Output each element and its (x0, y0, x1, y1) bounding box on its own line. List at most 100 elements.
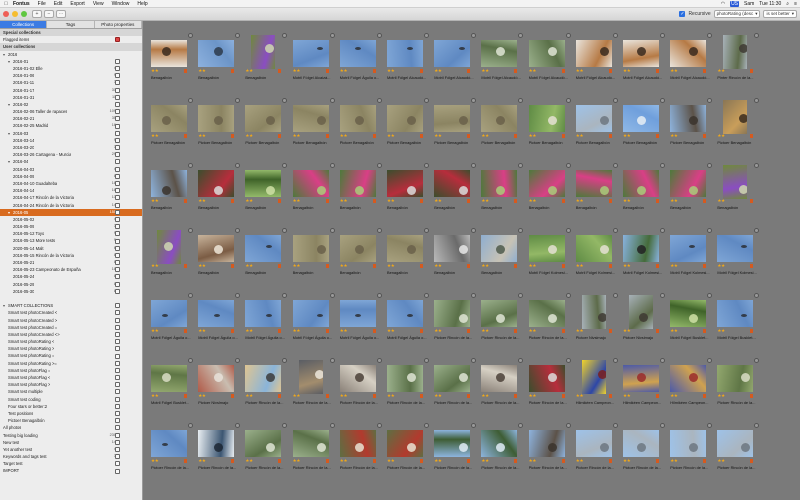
photo-thumbnail[interactable] (298, 360, 323, 394)
flag-icon[interactable] (231, 264, 235, 268)
select-checkbox[interactable] (282, 228, 288, 233)
photo-cell[interactable]: ★★ Motril Fólgel Kolmesi... (668, 228, 713, 290)
select-checkbox[interactable] (424, 98, 429, 103)
select-checkbox[interactable] (282, 423, 288, 428)
sidebar-section-header[interactable]: Special collections (0, 29, 142, 37)
star-rating[interactable]: ★★ (434, 393, 442, 399)
flag-icon[interactable] (656, 264, 659, 268)
sidebar-item[interactable]: 2016-01-069 (0, 72, 142, 79)
flag-icon[interactable] (325, 459, 329, 463)
flag-icon[interactable] (420, 394, 423, 398)
photo-cell[interactable]: ★★ Benagalbón (432, 228, 477, 290)
flag-icon[interactable] (561, 459, 565, 463)
select-checkbox[interactable] (612, 228, 618, 233)
photo-cell[interactable]: ★★ Motril Fólgel Alcaudó... (385, 33, 429, 95)
select-checkbox[interactable] (518, 33, 524, 38)
photo-cell[interactable]: ★★ Motril Fólgel Kolmesi... (527, 228, 571, 290)
flag-icon[interactable] (703, 134, 707, 138)
sort-filter-select[interactable]: is set better ▾ (763, 10, 797, 18)
select-checkbox[interactable] (188, 358, 193, 363)
sidebar-item[interactable]: 2016-01-17 31 (0, 87, 142, 94)
flag-icon[interactable] (231, 394, 235, 398)
select-checkbox[interactable] (235, 423, 241, 428)
star-rating[interactable]: ★★ (434, 263, 442, 269)
photo-cell[interactable]: ★★ Motril Fólgel Alcaudó... (574, 33, 618, 95)
flag-icon[interactable] (561, 264, 565, 268)
sidebar-item[interactable]: ▾ 2016-03 (0, 130, 142, 137)
flag-icon[interactable] (184, 394, 187, 398)
select-checkbox[interactable] (707, 423, 713, 428)
select-checkbox[interactable] (754, 163, 760, 168)
sidebar-item[interactable]: Smart test photoRating = (0, 352, 142, 359)
photo-thumbnail[interactable] (528, 300, 565, 327)
sidebar-item[interactable]: Smart test photoCreated < (0, 309, 142, 316)
flag-icon[interactable] (278, 264, 282, 268)
select-checkbox[interactable] (612, 358, 618, 363)
star-rating[interactable]: ★★ (623, 393, 631, 399)
star-rating[interactable]: ★★ (387, 263, 395, 269)
photo-thumbnail[interactable] (292, 235, 329, 262)
select-checkbox[interactable] (754, 98, 760, 103)
sidebar-item[interactable]: All photos (0, 424, 142, 431)
flag-icon[interactable] (372, 394, 376, 398)
photo-thumbnail[interactable] (387, 105, 423, 132)
photo-thumbnail[interactable] (387, 300, 423, 327)
photo-thumbnail[interactable] (198, 40, 235, 67)
star-rating[interactable]: ★★ (340, 458, 348, 464)
flag-icon[interactable] (372, 329, 376, 333)
flag-icon[interactable] (278, 329, 282, 333)
photo-cell[interactable]: ★★ Pictoer Nivslmajo (574, 293, 618, 355)
flag-icon[interactable] (372, 134, 376, 138)
star-rating[interactable]: ★★ (340, 68, 348, 74)
photo-thumbnail[interactable] (723, 35, 748, 69)
photo-thumbnail[interactable] (292, 430, 329, 457)
select-checkbox[interactable] (282, 98, 288, 103)
photo-cell[interactable]: ★★ Pictoer Rincón de la... (196, 423, 241, 485)
photo-cell[interactable]: ★★ Motril Fólgel Busklet... (715, 293, 760, 355)
star-rating[interactable]: ★★ (434, 68, 442, 74)
photo-thumbnail[interactable] (623, 365, 659, 392)
select-checkbox[interactable] (282, 293, 288, 298)
sidebar-item[interactable]: ▾ 2016-02 (0, 101, 142, 108)
sidebar-item[interactable]: 2016-03-26 Cartagena - Murcia 29 (0, 151, 142, 158)
photo-cell[interactable]: ★★ Motril Fólgel Alcaudó... (621, 33, 665, 95)
select-checkbox[interactable] (518, 293, 524, 298)
sidebar-item[interactable]: 2016-02-06 Taller de rapaces 109 (0, 108, 142, 115)
star-rating[interactable]: ★★ (293, 393, 301, 399)
star-rating[interactable]: ★★ (151, 458, 159, 464)
photo-cell[interactable]: ★★ Benagalbón (149, 228, 193, 290)
select-checkbox[interactable] (612, 423, 618, 428)
star-rating[interactable]: ★★ (387, 198, 395, 204)
star-rating[interactable]: ★★ (340, 328, 348, 334)
photo-thumbnail[interactable] (575, 105, 612, 132)
sidebar-item[interactable]: 2016-01-02 Elle4 (0, 65, 142, 72)
photo-thumbnail[interactable] (245, 430, 282, 457)
star-rating[interactable]: ★★ (717, 133, 725, 139)
photo-thumbnail[interactable] (198, 235, 235, 262)
photo-thumbnail[interactable] (151, 105, 187, 132)
flag-icon[interactable] (608, 69, 612, 73)
photo-cell[interactable]: ★★ Benagalbón (291, 163, 335, 225)
flag-icon[interactable] (325, 329, 329, 333)
photo-cell[interactable]: ★★ Motril Fólgel Alcaizá... (291, 33, 335, 95)
flag-icon[interactable] (325, 134, 329, 138)
select-checkbox[interactable] (565, 358, 571, 363)
photo-cell[interactable]: ★★ Motril Fólgel Alcaudó... (668, 33, 713, 95)
menu-edit[interactable]: Edit (54, 1, 63, 7)
sidebar-item[interactable]: Smart test photoRating > (0, 345, 142, 352)
select-checkbox[interactable] (518, 163, 524, 168)
photo-cell[interactable]: ★★ Motril Fólgel Kolmesi... (715, 228, 760, 290)
photo-cell[interactable]: ★★ Pictoer Benagalbón (621, 98, 665, 160)
star-rating[interactable]: ★★ (198, 328, 206, 334)
flag-icon[interactable] (184, 264, 187, 268)
star-rating[interactable]: ★★ (387, 133, 395, 139)
photo-cell[interactable]: ★★ Pictoer Benagalbón (527, 98, 571, 160)
sidebar-item[interactable]: Target test (0, 460, 142, 467)
photo-cell[interactable]: ★★ Pictoer Benagalbón (243, 98, 288, 160)
photo-thumbnail[interactable] (434, 300, 471, 327)
photo-cell[interactable]: ★★ Pictoer Benagalbón (196, 98, 241, 160)
flag-icon[interactable] (514, 69, 518, 73)
select-checkbox[interactable] (518, 228, 524, 233)
photo-cell[interactable]: ★★ Pictoer Rincón de la... (479, 358, 524, 420)
select-checkbox[interactable] (565, 293, 571, 298)
